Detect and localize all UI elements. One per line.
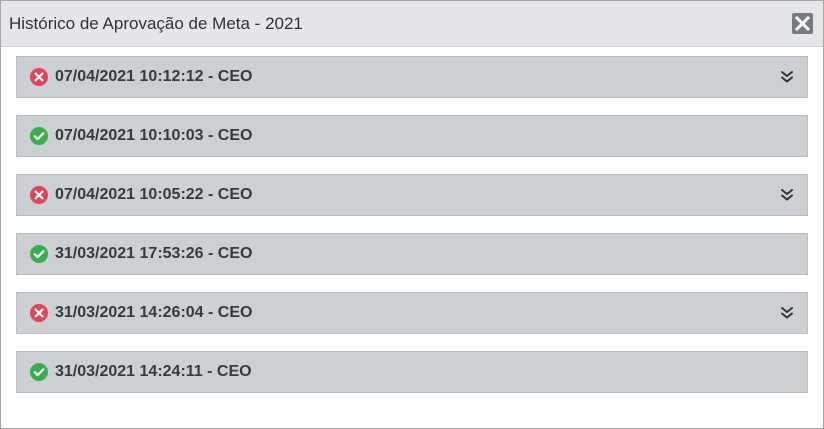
history-row: 31/03/2021 17:53:26 - CEO bbox=[16, 233, 808, 275]
double-chevron-down-icon[interactable] bbox=[780, 188, 794, 202]
history-row: 31/03/2021 14:24:11 - CEO bbox=[16, 351, 808, 393]
history-row-label: 31/03/2021 14:24:11 - CEO bbox=[55, 363, 252, 380]
check-circle-icon bbox=[30, 245, 48, 263]
history-list: 07/04/2021 10:12:12 - CEO 07/04/2021 10:1… bbox=[16, 56, 808, 410]
check-circle-icon bbox=[30, 127, 48, 145]
close-icon bbox=[794, 15, 811, 32]
check-circle-icon bbox=[30, 363, 48, 381]
history-row[interactable]: 07/04/2021 10:05:22 - CEO bbox=[16, 174, 808, 216]
dialog-title: Histórico de Aprovação de Meta - 2021 bbox=[9, 14, 303, 33]
x-circle-icon bbox=[30, 68, 48, 86]
history-row-label: 31/03/2021 14:26:04 - CEO bbox=[55, 304, 253, 321]
history-row-label: 07/04/2021 10:10:03 - CEO bbox=[55, 127, 253, 144]
approval-history-dialog: Histórico de Aprovação de Meta - 2021 07… bbox=[0, 0, 824, 429]
history-row[interactable]: 07/04/2021 10:12:12 - CEO bbox=[16, 56, 808, 98]
double-chevron-down-icon[interactable] bbox=[780, 306, 794, 320]
history-row: 07/04/2021 10:10:03 - CEO bbox=[16, 115, 808, 157]
history-row-label: 07/04/2021 10:12:12 - CEO bbox=[55, 68, 253, 85]
dialog-body: 07/04/2021 10:12:12 - CEO 07/04/2021 10:1… bbox=[1, 47, 823, 428]
history-row-label: 07/04/2021 10:05:22 - CEO bbox=[55, 186, 253, 203]
history-row-label: 31/03/2021 17:53:26 - CEO bbox=[55, 245, 253, 262]
dialog-titlebar: Histórico de Aprovação de Meta - 2021 bbox=[1, 1, 823, 47]
close-button[interactable] bbox=[792, 13, 813, 34]
x-circle-icon bbox=[30, 304, 48, 322]
double-chevron-down-icon[interactable] bbox=[780, 70, 794, 84]
history-row[interactable]: 31/03/2021 14:26:04 - CEO bbox=[16, 292, 808, 334]
x-circle-icon bbox=[30, 186, 48, 204]
